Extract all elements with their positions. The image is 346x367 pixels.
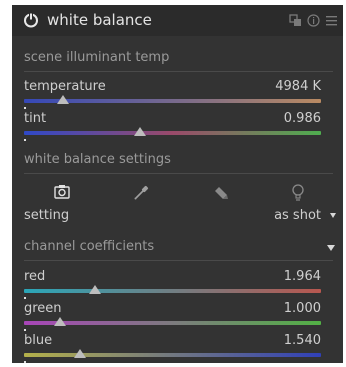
presets-icon[interactable]	[289, 14, 302, 27]
menu-icon[interactable]	[325, 14, 338, 27]
green-slider[interactable]	[24, 321, 321, 325]
blue-slider[interactable]	[24, 353, 321, 357]
section-title-illuminant: scene illuminant temp	[24, 50, 170, 65]
setting-label: setting	[24, 208, 70, 223]
setting-dropdown[interactable]: as shot	[274, 208, 321, 223]
user-modified-icon[interactable]	[211, 182, 231, 202]
slider-tick	[24, 107, 26, 109]
module-header[interactable]: white balance	[12, 5, 343, 36]
bulb-icon[interactable]	[288, 182, 308, 202]
slider-tick	[24, 329, 26, 331]
camera-icon[interactable]	[52, 182, 72, 202]
red-value[interactable]: 1.964	[284, 269, 321, 284]
blue-slider-handle[interactable]	[74, 349, 87, 358]
section-title-wb-settings: white balance settings	[24, 152, 171, 167]
section-title-channels: channel coefficients	[24, 239, 155, 254]
collapse-arrow-icon[interactable]	[327, 245, 335, 251]
reset-icon[interactable]	[307, 14, 320, 27]
section-divider	[24, 173, 333, 174]
power-icon[interactable]	[23, 12, 39, 28]
temperature-value[interactable]: 4984 K	[275, 79, 321, 94]
color-picker-icon[interactable]	[131, 182, 151, 202]
chevron-down-icon[interactable]	[330, 213, 336, 218]
temperature-slider-handle[interactable]	[56, 95, 69, 104]
header-actions	[289, 14, 339, 28]
section-divider	[24, 260, 333, 261]
tint-label: tint	[24, 111, 47, 126]
green-slider-handle[interactable]	[53, 317, 66, 326]
section-divider	[24, 71, 333, 72]
slider-tick	[24, 297, 26, 299]
blue-value[interactable]: 1.540	[284, 333, 321, 348]
tint-slider-handle[interactable]	[133, 127, 146, 136]
tint-slider[interactable]	[24, 131, 321, 135]
blue-label: blue	[24, 333, 53, 348]
green-label: green	[24, 301, 62, 316]
red-slider[interactable]	[24, 289, 321, 293]
tint-value[interactable]: 0.986	[284, 111, 321, 126]
green-value[interactable]: 1.000	[284, 301, 321, 316]
red-label: red	[24, 269, 46, 284]
red-slider-handle[interactable]	[89, 285, 102, 294]
temperature-label: temperature	[24, 79, 106, 94]
white-balance-module: white balance scene illuminant temp temp…	[12, 5, 343, 363]
module-title: white balance	[47, 11, 152, 29]
slider-tick	[24, 139, 26, 141]
slider-tick	[24, 361, 26, 363]
